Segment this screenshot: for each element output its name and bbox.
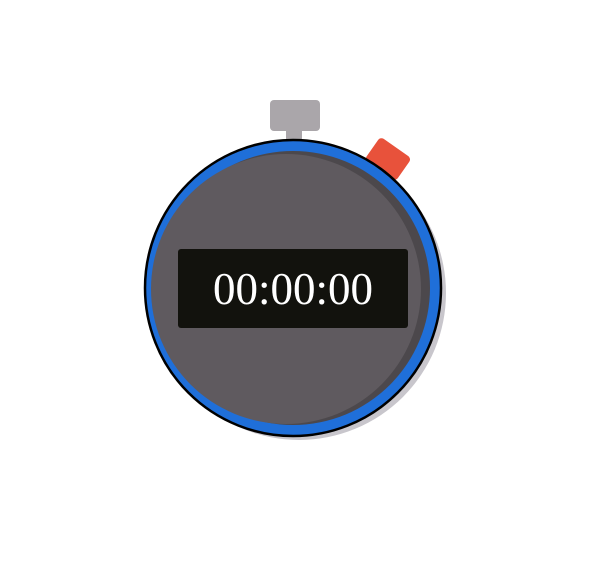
crown-cap <box>270 100 320 131</box>
time-readout: 00:00:00 <box>213 264 373 314</box>
stopwatch: 00:00:00 <box>143 100 446 440</box>
time-display: 00:00:00 <box>178 249 408 328</box>
stopwatch-app: 00:00:00 <box>0 0 589 572</box>
